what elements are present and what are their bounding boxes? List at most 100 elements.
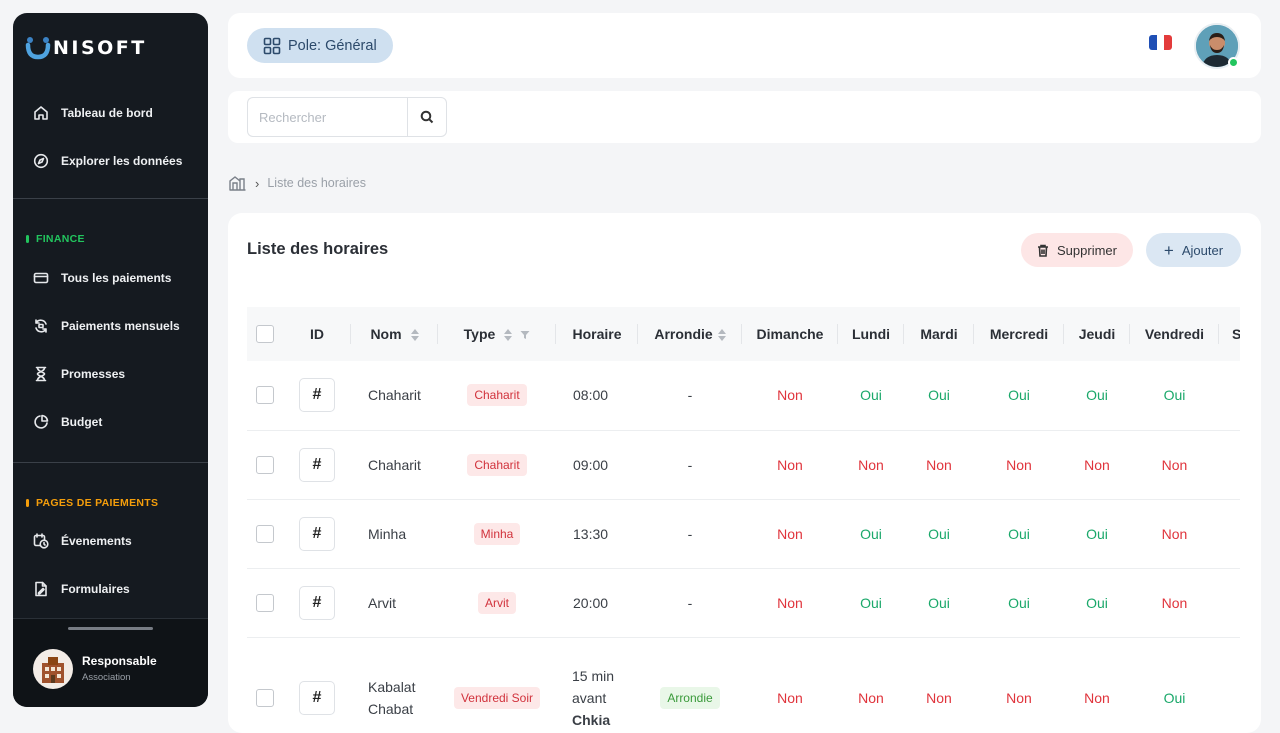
row-id-button[interactable]: # bbox=[299, 681, 335, 715]
id-cell: # bbox=[283, 637, 351, 733]
delete-button[interactable]: Supprimer bbox=[1021, 233, 1133, 267]
row-select-cell bbox=[247, 430, 283, 500]
online-status-dot bbox=[1228, 57, 1239, 68]
row-checkbox[interactable] bbox=[256, 524, 274, 543]
row-select-cell bbox=[247, 361, 283, 431]
day-cell: Non bbox=[742, 568, 838, 638]
day-cell: Oui bbox=[838, 499, 904, 569]
horaire-cell: 08:00 bbox=[556, 361, 638, 431]
day-cell: Oui bbox=[838, 361, 904, 431]
column-header-mardi[interactable]: Mardi bbox=[904, 307, 974, 361]
table-row[interactable]: # Kabalat Chabat Vendredi Soir 15 min av… bbox=[247, 637, 1240, 733]
sidebar-item-all-payments[interactable]: Tous les paiements bbox=[13, 254, 208, 302]
day-cell: Oui bbox=[838, 568, 904, 638]
sidebar-scrollbar[interactable] bbox=[68, 627, 153, 630]
day-cell: Oui bbox=[1130, 361, 1219, 431]
column-header-lundi[interactable]: Lundi bbox=[838, 307, 904, 361]
column-header-vendredi[interactable]: Vendredi bbox=[1130, 307, 1219, 361]
column-label: Mercredi bbox=[989, 326, 1049, 342]
column-header-id[interactable]: ID bbox=[283, 307, 351, 361]
table-row[interactable]: # Minha Minha 13:30 - Non Oui Oui Oui Ou… bbox=[247, 499, 1240, 569]
row-id-button[interactable]: # bbox=[299, 378, 335, 413]
day-cell: Oui bbox=[1064, 568, 1130, 638]
day-cell: Non bbox=[742, 637, 838, 733]
filter-icon[interactable] bbox=[520, 330, 530, 340]
sidebar-item-label: Formulaires bbox=[61, 582, 130, 596]
schedules-card: Liste des horaires Supprimer + Ajouter I… bbox=[228, 213, 1261, 733]
select-all-checkbox[interactable] bbox=[256, 325, 274, 344]
sort-icon[interactable] bbox=[717, 329, 726, 342]
row-checkbox[interactable] bbox=[256, 689, 274, 708]
day-cell: Non bbox=[1130, 430, 1219, 500]
section-accent bbox=[26, 499, 29, 507]
pole-selector-button[interactable]: Pole: Général bbox=[247, 28, 393, 63]
table-row[interactable]: # Arvit Arvit 20:00 - Non Oui Oui Oui Ou… bbox=[247, 568, 1240, 638]
day-cell: Oui bbox=[904, 568, 974, 638]
sort-icon[interactable] bbox=[410, 329, 419, 342]
app-logo[interactable]: NISOFT bbox=[25, 33, 147, 63]
row-id-button[interactable]: # bbox=[299, 516, 335, 551]
section-title-finance: FINANCE bbox=[26, 233, 85, 245]
sidebar-item-dashboard[interactable]: Tableau de bord bbox=[13, 89, 208, 137]
column-header-horaire[interactable]: Horaire bbox=[556, 307, 638, 361]
nom-cell: Chaharit bbox=[351, 430, 438, 500]
row-checkbox[interactable] bbox=[256, 455, 274, 474]
day-cell: Non bbox=[904, 430, 974, 500]
id-cell: # bbox=[283, 430, 351, 500]
breadcrumb-current: Liste des horaires bbox=[267, 176, 367, 190]
table-row[interactable]: # Chaharit Chaharit 08:00 - Non Oui Oui … bbox=[247, 361, 1240, 431]
day-cell bbox=[1219, 361, 1240, 431]
french-flag-icon[interactable] bbox=[1149, 35, 1172, 50]
row-id-button[interactable]: # bbox=[299, 447, 335, 482]
sidebar-divider bbox=[13, 462, 208, 463]
type-badge: Minha bbox=[473, 522, 521, 545]
sidebar-item-budget[interactable]: Budget bbox=[13, 398, 208, 446]
column-label: Nom bbox=[370, 326, 402, 342]
column-header-dimanche[interactable]: Dimanche bbox=[742, 307, 838, 361]
nom-cell: Minha bbox=[351, 499, 438, 569]
horaire-line: 15 min bbox=[572, 668, 615, 684]
sidebar-item-events[interactable]: Évenements bbox=[13, 517, 208, 565]
logo-mark-icon bbox=[25, 35, 51, 61]
arrondie-cell: - bbox=[638, 361, 742, 431]
row-id-button[interactable]: # bbox=[299, 585, 335, 620]
arrondie-badge: Arrondie bbox=[660, 687, 720, 709]
day-cell bbox=[1219, 637, 1240, 733]
column-header-jeudi[interactable]: Jeudi bbox=[1064, 307, 1130, 361]
sidebar-item-label: Paiements mensuels bbox=[61, 319, 180, 333]
sidebar-item-label: Budget bbox=[61, 415, 103, 429]
type-cell: Chaharit bbox=[438, 430, 556, 500]
column-header-type[interactable]: Type bbox=[438, 307, 556, 361]
building-icon[interactable] bbox=[229, 175, 246, 191]
search-input[interactable] bbox=[247, 97, 408, 137]
sidebar-item-forms[interactable]: Formulaires bbox=[13, 565, 208, 613]
user-profile[interactable]: Responsable Association bbox=[13, 618, 208, 707]
sidebar-item-monthly-payments[interactable]: Paiements mensuels bbox=[13, 302, 208, 350]
day-cell: Non bbox=[742, 499, 838, 569]
user-role: Association bbox=[82, 672, 131, 683]
sidebar: NISOFT Tableau de bord Explorer les donn… bbox=[13, 13, 208, 707]
search-button[interactable] bbox=[407, 97, 447, 137]
chevron-right-icon: › bbox=[255, 175, 260, 191]
column-header-samedi[interactable]: S bbox=[1219, 307, 1240, 361]
trash-icon bbox=[1038, 244, 1049, 257]
sidebar-item-explore[interactable]: Explorer les données bbox=[13, 137, 208, 185]
column-header-arrondie[interactable]: Arrondie bbox=[638, 307, 742, 361]
row-checkbox[interactable] bbox=[256, 593, 274, 612]
row-select-cell bbox=[247, 499, 283, 569]
sidebar-item-label: Évenements bbox=[61, 534, 132, 548]
day-cell: Oui bbox=[1130, 637, 1219, 733]
row-checkbox[interactable] bbox=[256, 386, 274, 405]
column-header-nom[interactable]: Nom bbox=[351, 307, 438, 361]
add-button[interactable]: + Ajouter bbox=[1146, 233, 1241, 267]
sort-icon[interactable] bbox=[504, 329, 513, 342]
arrondie-cell: Arrondie bbox=[638, 637, 742, 733]
plus-icon: + bbox=[1163, 240, 1174, 260]
table-row[interactable]: # Chaharit Chaharit 09:00 - Non Non Non … bbox=[247, 430, 1240, 500]
section-title-payment-pages: PAGES DE PAIEMENTS bbox=[26, 497, 158, 509]
sidebar-item-promises[interactable]: Promesses bbox=[13, 350, 208, 398]
day-cell: Non bbox=[742, 430, 838, 500]
column-header-mercredi[interactable]: Mercredi bbox=[974, 307, 1064, 361]
day-cell: Oui bbox=[974, 499, 1064, 569]
card-title: Liste des horaires bbox=[247, 240, 389, 258]
